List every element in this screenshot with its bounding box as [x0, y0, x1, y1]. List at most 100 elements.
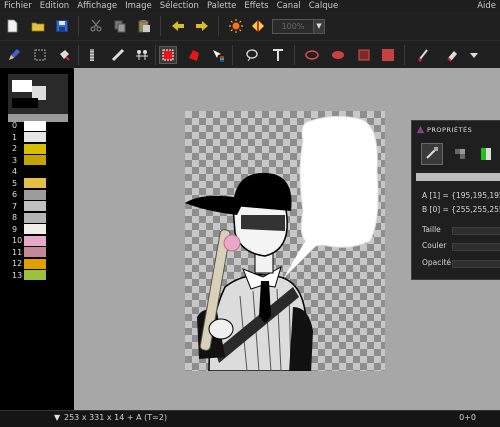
- toolbar-separator: [78, 16, 79, 36]
- red-select-tool-icon[interactable]: [159, 46, 177, 64]
- color-slider[interactable]: [452, 243, 500, 251]
- gradient-mode-icon[interactable]: [476, 144, 496, 164]
- palette-entry[interactable]: 0: [12, 120, 46, 132]
- palette-swatch[interactable]: [24, 212, 46, 223]
- palette-entry[interactable]: 1: [12, 132, 46, 144]
- menu-selection[interactable]: Sélection: [156, 0, 203, 12]
- palette-entry[interactable]: 2: [12, 143, 46, 155]
- smudge-tool-icon[interactable]: [110, 47, 126, 63]
- brush-mode-icon[interactable]: [421, 143, 443, 165]
- text-tool-icon[interactable]: [270, 47, 286, 63]
- redo-arrow-icon[interactable]: [194, 18, 210, 34]
- palette-swatch[interactable]: [24, 155, 46, 166]
- palette-swatch[interactable]: [24, 270, 46, 281]
- chevron-down-icon[interactable]: [466, 47, 482, 63]
- zoom-dropdown-button[interactable]: ▼: [313, 19, 325, 34]
- palette-entry[interactable]: 7: [12, 201, 46, 213]
- palette-index: 5: [12, 178, 18, 188]
- lasso-tool-icon[interactable]: [244, 47, 260, 63]
- menu-fichier[interactable]: Fichier: [0, 0, 36, 12]
- adjust-icon[interactable]: [250, 18, 266, 34]
- palette-index: 4: [12, 167, 18, 177]
- palette-index: 9: [12, 224, 18, 234]
- toolbar-separator: [218, 16, 219, 36]
- toolbar-separator: [232, 45, 233, 65]
- color-palette: 0 1 2 3 4 5 6 7 8 9 10 11 12 13: [12, 120, 46, 281]
- color-select-tool-icon[interactable]: [210, 47, 226, 63]
- fill-bucket-tool-icon[interactable]: [56, 47, 72, 63]
- palette-swatch[interactable]: [24, 143, 46, 154]
- palette-swatch[interactable]: [24, 132, 46, 143]
- palette-swatch[interactable]: [24, 224, 46, 235]
- zoom-level-field[interactable]: 100%: [272, 19, 314, 34]
- size-slider[interactable]: [452, 227, 500, 235]
- opacity-slider[interactable]: [452, 260, 500, 268]
- palette-index: 6: [12, 190, 18, 200]
- palette-entry[interactable]: 13: [12, 270, 46, 282]
- palette-swatch[interactable]: [24, 189, 46, 200]
- scroll-down-icon[interactable]: ▼: [54, 413, 60, 422]
- palette-swatch[interactable]: [24, 258, 46, 269]
- palette-index: 8: [12, 213, 18, 223]
- color-a-value: A [1] = {195,195,195}: [422, 191, 500, 200]
- palette-entry[interactable]: 9: [12, 224, 46, 236]
- palette-swatch[interactable]: [24, 235, 46, 246]
- menu-calque[interactable]: Calque: [305, 0, 343, 12]
- save-icon[interactable]: [54, 18, 70, 34]
- cursor-position: 0+0: [459, 413, 476, 422]
- palette-entry[interactable]: 5: [12, 178, 46, 190]
- palette-swatch[interactable]: [24, 166, 46, 177]
- brightness-icon[interactable]: [228, 18, 244, 34]
- palette-swatch[interactable]: [24, 178, 46, 189]
- undo-arrow-icon[interactable]: [170, 18, 186, 34]
- size-label: Taille: [422, 225, 441, 234]
- rect-outline-icon[interactable]: [356, 47, 372, 63]
- paste-icon[interactable]: [136, 18, 152, 34]
- palette-index: 7: [12, 201, 18, 211]
- menu-aide[interactable]: Aide: [473, 0, 500, 12]
- preview-thumbnail: [8, 74, 68, 114]
- people-tool-icon[interactable]: [134, 47, 150, 63]
- palette-entry[interactable]: 4: [12, 166, 46, 178]
- palette-index: 11: [12, 247, 23, 257]
- palette-entry[interactable]: 11: [12, 247, 46, 259]
- menu-edition[interactable]: Edition: [36, 0, 73, 12]
- menu-image[interactable]: Image: [121, 0, 156, 12]
- opacity-label: Opacité: [422, 258, 452, 267]
- menu-canal[interactable]: Canal: [273, 0, 305, 12]
- palette-entry[interactable]: 3: [12, 155, 46, 167]
- lasso-red-tool-icon[interactable]: [186, 47, 202, 63]
- open-folder-icon[interactable]: [30, 18, 46, 34]
- cut-icon[interactable]: [88, 18, 104, 34]
- palette-swatch[interactable]: [24, 201, 46, 212]
- menu-affichage[interactable]: Affichage: [73, 0, 121, 12]
- palette-index: 10: [12, 236, 23, 246]
- properties-title: PROPRIÉTÉS: [427, 126, 473, 134]
- image-canvas[interactable]: [185, 111, 385, 371]
- gradient-tool-icon[interactable]: [84, 47, 100, 63]
- palette-entry[interactable]: 10: [12, 235, 46, 247]
- pattern-mode-icon[interactable]: [450, 144, 470, 164]
- rect-fill-icon[interactable]: [380, 47, 396, 63]
- menu-effets[interactable]: Effets: [240, 0, 272, 12]
- palette-entry[interactable]: 6: [12, 189, 46, 201]
- new-file-icon[interactable]: [4, 18, 20, 34]
- toolbar-separator: [155, 45, 156, 65]
- toolbar-separator: [404, 45, 405, 65]
- palette-index: 3: [12, 155, 18, 165]
- character-drawing: [185, 115, 379, 371]
- copy-icon[interactable]: [112, 18, 128, 34]
- color-b-value: B [0] = {255,255,255}: [422, 205, 500, 214]
- palette-swatch[interactable]: [24, 120, 46, 131]
- paint-brush-icon[interactable]: [416, 47, 432, 63]
- eraser-tool-icon[interactable]: [444, 47, 460, 63]
- select-rect-tool-icon[interactable]: [32, 47, 48, 63]
- pencil-tool-icon[interactable]: [6, 47, 22, 63]
- menu-palette[interactable]: Palette: [203, 0, 240, 12]
- properties-logo-icon: [416, 125, 425, 134]
- palette-entry[interactable]: 8: [12, 212, 46, 224]
- ellipse-fill-icon[interactable]: [330, 47, 346, 63]
- palette-entry[interactable]: 12: [12, 258, 46, 270]
- palette-swatch[interactable]: [24, 247, 46, 258]
- ellipse-select-icon[interactable]: [304, 47, 320, 63]
